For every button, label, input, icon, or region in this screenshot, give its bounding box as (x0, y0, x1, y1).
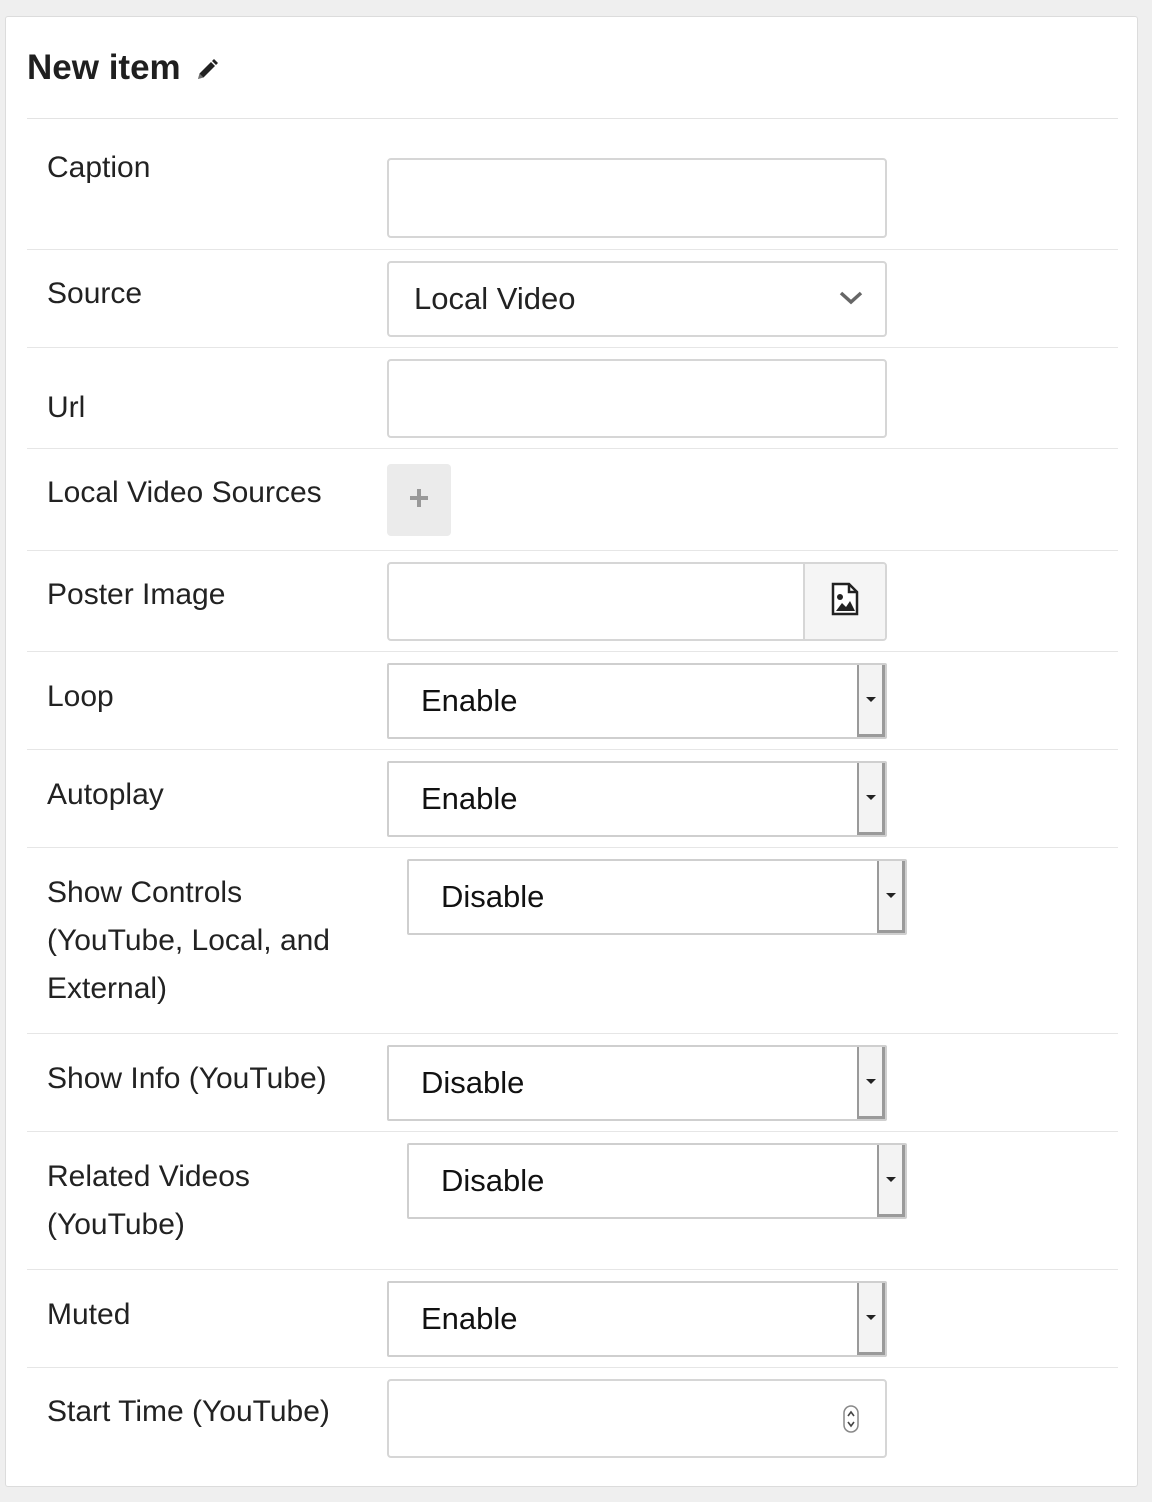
add-source-button[interactable] (387, 464, 451, 536)
muted-selected-value: Enable (421, 1301, 518, 1336)
related-videos-label-line2: (YouTube) (47, 1208, 185, 1241)
new-item-panel: New item Caption Source Local Video Url … (5, 16, 1138, 1487)
related-videos-label-line1: Related Videos (47, 1160, 250, 1193)
plus-icon (408, 487, 430, 514)
caret-down-icon (857, 763, 885, 835)
source-selected-value: Local Video (414, 281, 576, 316)
select-image-button[interactable] (803, 564, 885, 639)
caret-down-icon (857, 665, 885, 737)
start-time-label: Start Time (YouTube) (47, 1395, 330, 1428)
autoplay-label: Autoplay (47, 778, 164, 811)
loop-selected-value: Enable (421, 683, 518, 718)
show-info-row: Show Info (YouTube) Disable (27, 1034, 1118, 1132)
loop-label: Loop (47, 680, 114, 713)
start-time-row: Start Time (YouTube) (27, 1368, 1118, 1478)
show-info-label: Show Info (YouTube) (47, 1062, 327, 1095)
show-controls-label-line3: External) (47, 972, 168, 1005)
chevron-down-icon (839, 290, 863, 311)
spinner-arrows-icon[interactable] (843, 1404, 859, 1438)
loop-select[interactable]: Enable (387, 663, 887, 739)
show-controls-selected-value: Disable (441, 879, 545, 914)
pencil-icon[interactable] (195, 58, 219, 82)
caption-input[interactable] (387, 158, 887, 238)
poster-image-row: Poster Image (27, 551, 1118, 652)
image-file-icon (831, 582, 859, 621)
source-label: Source (47, 277, 143, 310)
url-label: Url (47, 391, 86, 424)
muted-label: Muted (47, 1298, 131, 1331)
page-title: New item (27, 47, 181, 87)
autoplay-row: Autoplay Enable (27, 750, 1118, 848)
show-controls-label-line1: Show Controls (47, 876, 243, 909)
url-input[interactable] (387, 359, 887, 438)
poster-image-label: Poster Image (47, 578, 226, 611)
related-videos-row: Related Videos (YouTube) Disable (27, 1132, 1118, 1270)
local-video-sources-label: Local Video Sources (47, 476, 322, 509)
caption-label: Caption (47, 151, 151, 184)
show-info-select[interactable]: Disable (387, 1045, 887, 1121)
source-select[interactable]: Local Video (387, 261, 887, 337)
poster-image-input[interactable] (387, 562, 887, 641)
related-videos-selected-value: Disable (441, 1163, 545, 1198)
caret-down-icon (877, 861, 905, 933)
muted-select[interactable]: Enable (387, 1281, 887, 1357)
local-video-sources-row: Local Video Sources (27, 449, 1118, 551)
caret-down-icon (857, 1283, 885, 1355)
related-videos-select[interactable]: Disable (407, 1143, 907, 1219)
show-controls-row: Show Controls (YouTube, Local, and Exter… (27, 848, 1118, 1034)
url-row: Url (27, 348, 1118, 449)
caret-down-icon (857, 1047, 885, 1119)
autoplay-selected-value: Enable (421, 781, 518, 816)
panel-header: New item (27, 17, 1118, 119)
caret-down-icon (877, 1145, 905, 1217)
show-info-selected-value: Disable (421, 1065, 525, 1100)
show-controls-label-line2: (YouTube, Local, and (47, 924, 330, 957)
show-controls-select[interactable]: Disable (407, 859, 907, 935)
source-row: Source Local Video (27, 250, 1118, 348)
muted-row: Muted Enable (27, 1270, 1118, 1368)
start-time-input[interactable] (387, 1379, 887, 1458)
caption-row: Caption (27, 118, 1118, 250)
loop-row: Loop Enable (27, 652, 1118, 750)
autoplay-select[interactable]: Enable (387, 761, 887, 837)
